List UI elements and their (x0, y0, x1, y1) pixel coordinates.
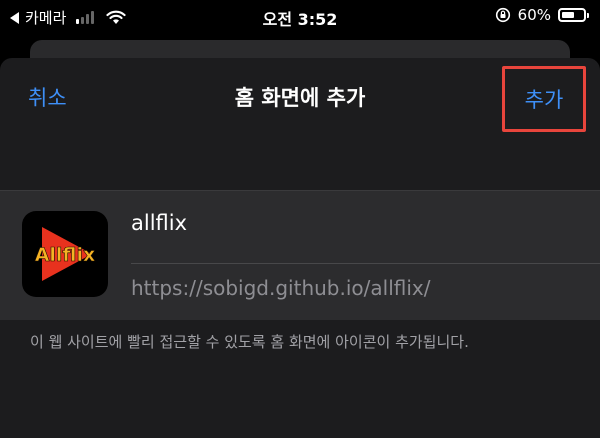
field-divider (131, 263, 600, 264)
sheet-description: 이 웹 사이트에 빨리 접근할 수 있도록 홈 화면에 아이콘이 추가됩니다. (30, 333, 469, 351)
sheet-nav-bar: 취소 홈 화면에 추가 추가 (0, 58, 600, 136)
add-button[interactable]: 추가 (502, 66, 586, 132)
app-icon: Allflix (22, 211, 108, 297)
add-to-home-sheet: 취소 홈 화면에 추가 추가 Allflix allflix https://s… (0, 58, 600, 438)
app-url: https://sobigd.github.io/allflix/ (131, 276, 431, 300)
play-logo-icon: Allflix (34, 227, 96, 281)
rotation-lock-icon (495, 7, 510, 23)
status-right: 60% (495, 6, 589, 24)
status-bar: 카메라 오전 3:52 60% (0, 0, 600, 34)
app-icon-text: Allflix (35, 244, 96, 266)
battery-icon (558, 8, 589, 22)
app-name-field[interactable]: allflix (131, 211, 187, 235)
add-button-label: 추가 (524, 88, 564, 112)
row-divider (0, 190, 600, 191)
battery-percent: 60% (517, 6, 551, 24)
